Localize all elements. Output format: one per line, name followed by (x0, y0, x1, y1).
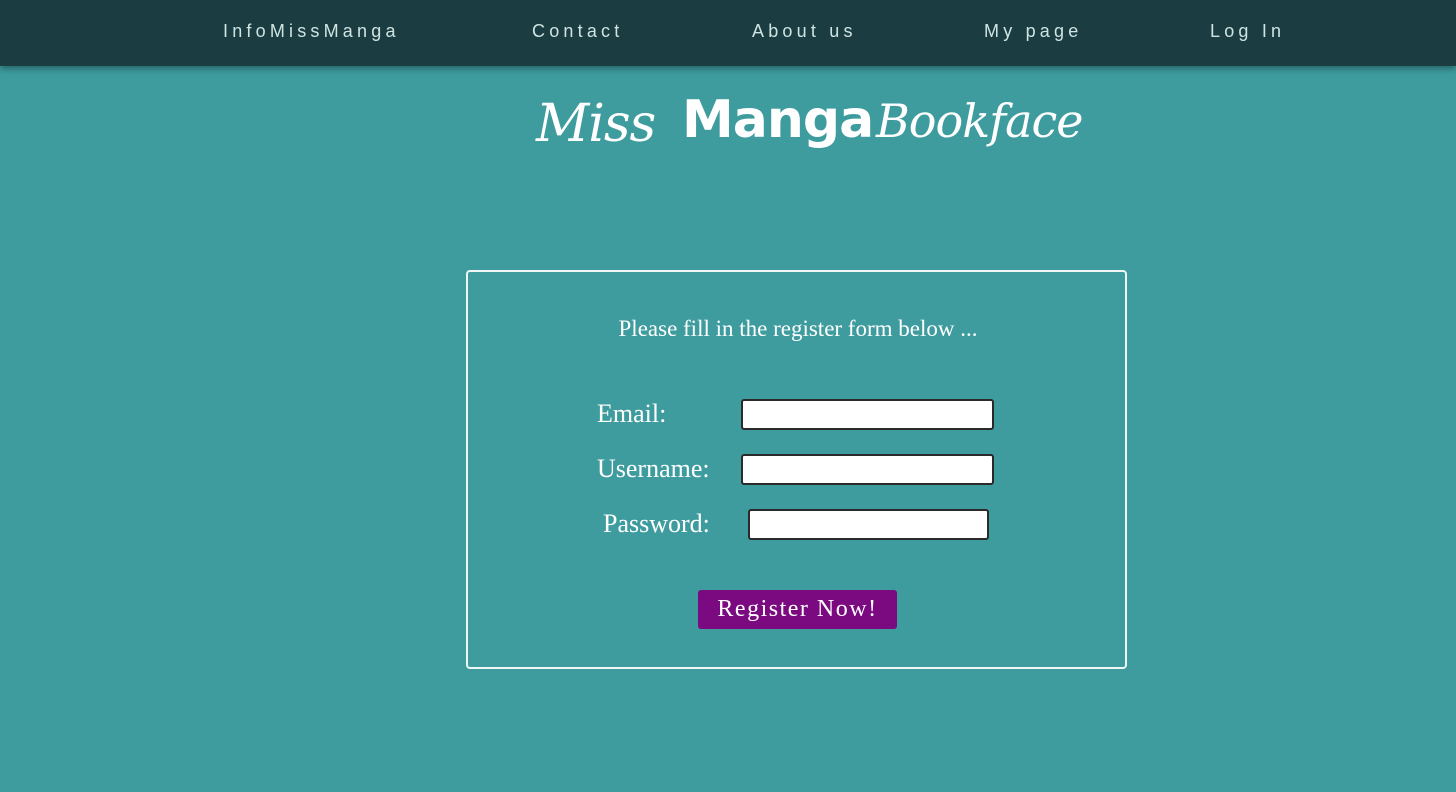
top-navbar: InfoMissManga Contact About us My page L… (0, 0, 1456, 66)
password-field[interactable] (748, 509, 989, 540)
username-field[interactable] (741, 454, 994, 485)
username-label: Username: (597, 454, 710, 483)
logo-text-bookface: Bookface (876, 94, 1084, 148)
logo-text-manga: Manga (682, 90, 874, 150)
email-label: Email: (597, 399, 667, 428)
email-field[interactable] (741, 399, 994, 430)
site-logo: Miss Manga Bookface (536, 90, 1084, 182)
register-form: Please fill in the register form below .… (466, 270, 1127, 669)
nav-link-log-in[interactable]: Log In (1210, 21, 1285, 43)
nav-link-about-us[interactable]: About us (752, 21, 857, 43)
password-label: Password: (603, 509, 710, 538)
nav-link-contact[interactable]: Contact (532, 21, 623, 43)
nav-link-infomissmanga[interactable]: InfoMissManga (223, 21, 400, 43)
logo-text-miss: Miss (536, 94, 656, 154)
nav-link-my-page[interactable]: My page (984, 21, 1082, 43)
register-now-button[interactable]: Register Now! (698, 590, 897, 629)
form-intro-text: Please fill in the register form below .… (618, 316, 978, 341)
